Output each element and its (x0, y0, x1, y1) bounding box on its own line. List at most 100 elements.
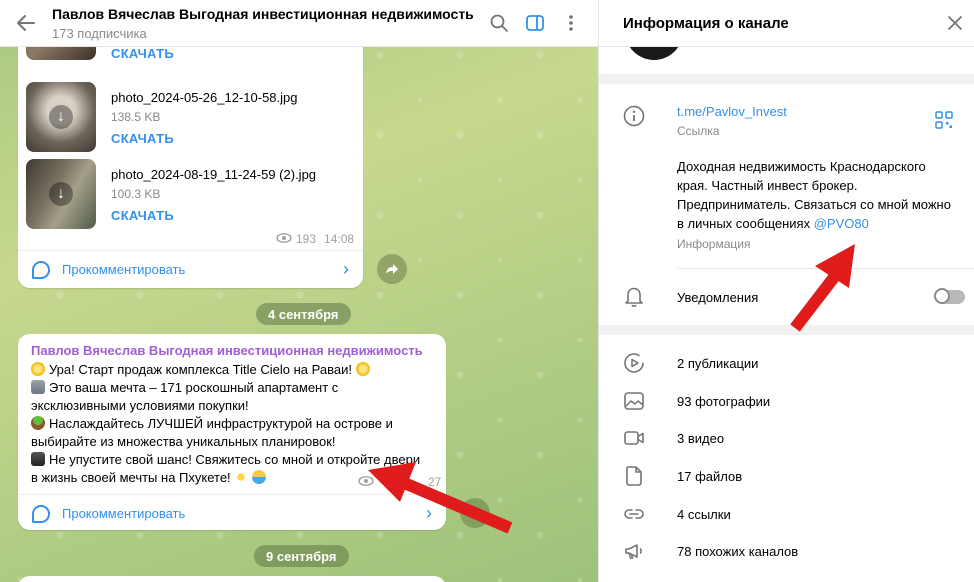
next-post-bubble (18, 576, 446, 582)
post-meta: 193 14:08 (276, 232, 354, 246)
post-line: Наслаждайтесь ЛУЧШЕЙ инфраструктурой на … (49, 416, 393, 431)
post-text: Ура! Старт продаж комплекса Title Cielo … (31, 361, 441, 487)
file-item[interactable]: ↓ photo_2024-08-19_11-24-59 (2).jpg 100.… (26, 159, 316, 229)
forward-button[interactable] (460, 498, 490, 528)
forward-button[interactable] (377, 254, 407, 284)
info-icon (623, 105, 645, 127)
notifications-toggle[interactable] (934, 288, 965, 304)
download-arrow-icon[interactable]: ↓ (49, 105, 73, 129)
comment-icon (32, 260, 50, 279)
eye-icon (276, 232, 292, 246)
post-line: в жизнь своей мечты на Пхукете! (31, 470, 231, 485)
chat-pane: СКАЧАТЬ ↓ photo_2024-05-26_12-10-58.jpg … (0, 0, 598, 582)
sidebar-icon (526, 15, 544, 31)
media-label: 3 видео (677, 431, 725, 446)
mention-link[interactable]: @PVO80 (814, 216, 869, 231)
post-line: Это ваша мечта – 171 роскошный апартамен… (49, 380, 339, 395)
media-row-links[interactable]: 4 ссылки (599, 495, 974, 533)
photo-icon (623, 390, 645, 412)
description-caption: Информация (677, 237, 751, 251)
section-divider (599, 74, 974, 84)
file-size: 138.5 KB (111, 110, 161, 124)
media-row-photos[interactable]: 93 фотографии (599, 382, 974, 420)
chat-title: Павлов Вячеслав Выгодная инвестиционная … (52, 5, 474, 22)
post-line: выбирайте из множества уникальных планир… (31, 434, 336, 449)
media-label: 4 ссылки (677, 507, 731, 522)
close-icon (948, 16, 962, 30)
sparkles-emoji-icon (234, 470, 249, 484)
download-arrow-icon[interactable]: ↓ (49, 182, 73, 206)
date-divider: 9 сентября (254, 545, 349, 567)
date-divider: 4 сентября (256, 303, 351, 325)
more-vertical-icon (569, 15, 573, 31)
subscriber-count: 173 подписчика (52, 25, 147, 41)
post-time: 14:08 (324, 232, 355, 246)
file-thumbnail[interactable]: ↓ (26, 159, 96, 229)
post-files-bubble: СКАЧАТЬ ↓ photo_2024-05-26_12-10-58.jpg … (18, 0, 363, 288)
comment-label: Прокомментировать (62, 506, 186, 521)
channel-description: Доходная недвижимость Краснодарского кра… (677, 157, 957, 233)
post-line: Не упустите свой шанс! Свяжитесь со мной… (49, 452, 421, 467)
info-title: Информация о канале (623, 14, 789, 32)
post-line: эксклюзивными условиями покупки! (31, 398, 249, 413)
back-button[interactable] (0, 0, 52, 47)
comment-label: Прокомментировать (62, 262, 186, 277)
chevron-right-icon: › (343, 259, 349, 279)
file-icon (623, 465, 645, 487)
beach-emoji-icon (252, 470, 267, 484)
media-row-videos[interactable]: 3 видео (599, 419, 974, 457)
media-row-similar-channels[interactable]: 78 похожих каналов (599, 532, 974, 570)
download-link[interactable]: СКАЧАТЬ (111, 46, 351, 61)
arrow-left-icon (17, 15, 35, 31)
comment-icon (32, 504, 50, 523)
search-icon (490, 14, 508, 32)
sidebar-toggle-button[interactable] (524, 12, 546, 34)
post-line: Ура! Старт продаж комплекса Title Cielo … (49, 362, 352, 377)
star-emoji-icon (355, 362, 370, 376)
file-size: 100.3 KB (111, 187, 161, 201)
comment-button[interactable]: Прокомментировать › (18, 494, 446, 532)
section-divider (599, 325, 974, 335)
download-link[interactable]: СКАЧАТЬ (111, 131, 351, 146)
media-label: 2 публикации (677, 356, 759, 371)
file-item[interactable]: ↓ photo_2024-05-26_12-10-58.jpg 138.5 KB… (26, 82, 298, 152)
post-meta: 27 (358, 475, 441, 489)
media-label: 17 файлов (677, 469, 743, 484)
eye-icon (358, 475, 374, 489)
file-name: photo_2024-08-19_11-24-59 (2).jpg (111, 167, 317, 182)
annotation-arrow-icon (790, 244, 855, 332)
telegram-window: СКАЧАТЬ ↓ photo_2024-05-26_12-10-58.jpg … (0, 0, 974, 582)
palm-emoji-icon (31, 416, 45, 430)
chevron-right-icon: › (426, 503, 432, 523)
building-emoji-icon (31, 380, 45, 394)
video-icon (623, 427, 645, 449)
media-row-files[interactable]: 17 файлов (599, 457, 974, 495)
divider-line (677, 268, 974, 269)
post-bubble: Павлов Вячеслав Выгодная инвестиционная … (18, 334, 446, 530)
download-link[interactable]: СКАЧАТЬ (111, 208, 351, 223)
forward-icon (386, 264, 398, 274)
channel-link[interactable]: t.me/Pavlov_Invest (677, 104, 787, 119)
channel-info-pane: t.me/Pavlov_Invest Ссылка Доходная недви… (598, 0, 974, 582)
chat-header: Павлов Вячеслав Выгодная инвестиционная … (0, 0, 598, 47)
file-thumbnail[interactable]: ↓ (26, 82, 96, 152)
chat-title-block[interactable]: Павлов Вячеслав Выгодная инвестиционная … (52, 6, 488, 41)
close-button[interactable] (935, 3, 974, 43)
megaphone-icon (623, 540, 645, 562)
file-name: photo_2024-05-26_12-10-58.jpg (111, 90, 298, 105)
media-label: 93 фотографии (677, 394, 771, 409)
search-button[interactable] (488, 12, 510, 34)
star-emoji-icon (31, 362, 45, 376)
comment-button[interactable]: Прокомментировать › (18, 250, 363, 288)
qr-code-icon[interactable] (935, 111, 953, 129)
more-button[interactable] (560, 12, 582, 34)
publications-icon (623, 352, 645, 374)
link-caption: Ссылка (677, 124, 720, 138)
bell-icon (623, 286, 645, 308)
link-icon (623, 503, 645, 525)
media-row-publications[interactable]: 2 публикации (599, 344, 974, 382)
post-author[interactable]: Павлов Вячеслав Выгодная инвестиционная … (31, 343, 423, 358)
view-count: 193 (296, 232, 317, 246)
phone-emoji-icon (31, 452, 45, 466)
post-time: 27 (428, 475, 442, 489)
